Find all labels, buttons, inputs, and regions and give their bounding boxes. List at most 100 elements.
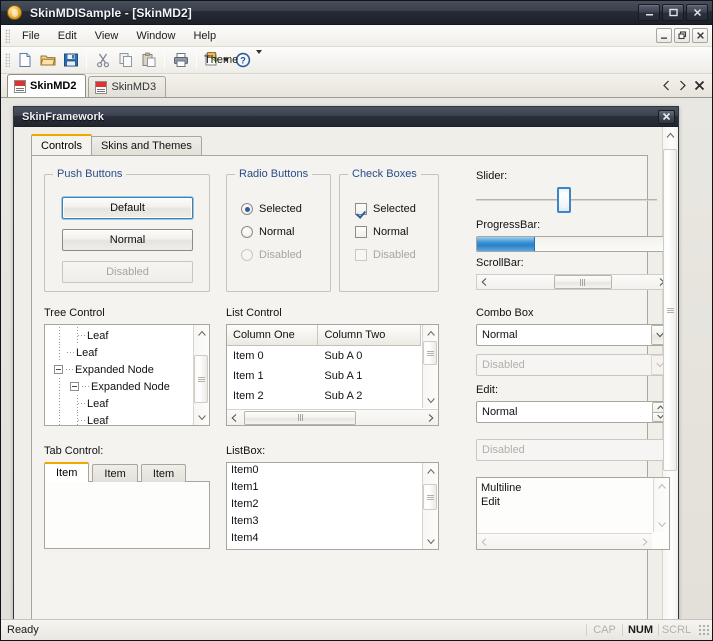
tree-node[interactable]: Leaf (49, 327, 192, 344)
maximize-button[interactable] (662, 4, 684, 21)
scrollbar-thumb[interactable] (244, 410, 356, 425)
scroll-left-arrow-icon[interactable] (477, 535, 492, 549)
tree-control[interactable]: Leaf Leaf Expanded Node Expanded Node Le… (44, 324, 210, 426)
tree-scrollbar-thumb[interactable] (194, 355, 208, 403)
tree-vertical-scrollbar[interactable] (193, 325, 209, 425)
scrollbar-track[interactable] (663, 143, 678, 619)
child-scrollbar-thumb[interactable] (663, 149, 677, 471)
tab-prev-icon[interactable] (662, 80, 671, 94)
menu-item-file[interactable]: File (13, 27, 49, 45)
listbox[interactable]: Item0 Item1 Item2 Item3 Item4 Item5 Item… (226, 462, 439, 550)
scrollbar-track[interactable] (242, 410, 423, 425)
edit-normal-field[interactable]: Normal (476, 401, 670, 423)
table-row[interactable]: Item 1 Sub A 1 (227, 366, 421, 386)
table-row[interactable]: Item 2 Sub A 2 (227, 386, 421, 406)
theme-button[interactable]: Theme (201, 49, 238, 71)
disabled-button-label: Disabled (106, 266, 149, 278)
mdi-restore-button[interactable] (674, 28, 690, 43)
radio-normal[interactable]: Normal (241, 226, 294, 238)
open-icon[interactable] (36, 49, 59, 71)
checkbox-selected[interactable]: Selected (355, 203, 416, 215)
inner-tab-2[interactable]: Item (92, 464, 138, 482)
tree-node-expanded[interactable]: Expanded Node (49, 361, 192, 378)
radio-selected[interactable]: Selected (241, 203, 302, 215)
tab-controls[interactable]: Controls (31, 134, 92, 155)
listbox-scrollbar-thumb[interactable] (423, 484, 437, 510)
controls-container: Controls Skins and Themes Push Buttons D… (14, 127, 670, 619)
scroll-up-arrow-icon[interactable] (423, 325, 438, 341)
list-item[interactable]: Item0 (227, 464, 421, 481)
list-item[interactable]: Item4 (227, 532, 421, 549)
new-icon[interactable] (13, 49, 36, 71)
mdi-minimize-button[interactable] (656, 28, 672, 43)
save-icon[interactable] (59, 49, 82, 71)
cut-icon[interactable] (91, 49, 114, 71)
scroll-up-arrow-icon[interactable] (423, 463, 438, 479)
child-window-vertical-scrollbar[interactable] (662, 127, 678, 619)
paste-icon[interactable] (137, 49, 160, 71)
toolbar-overflow-chevron-icon[interactable] (256, 50, 262, 66)
scrollbar-thumb[interactable] (553, 275, 612, 289)
list-horizontal-scrollbar[interactable] (227, 409, 438, 425)
inner-tab-panel (44, 481, 210, 549)
resize-grip-icon[interactable] (698, 624, 710, 636)
print-icon[interactable] (169, 49, 192, 71)
mdi-tab-skinmd3[interactable]: SkinMD3 (88, 76, 167, 97)
table-row[interactable]: Item 0 Sub A 0 (227, 346, 421, 366)
tree-collapse-icon[interactable] (70, 382, 79, 391)
copy-icon[interactable] (114, 49, 137, 71)
tree-node[interactable]: Leaf (49, 395, 192, 412)
scrollbar-track[interactable] (492, 275, 654, 289)
checkbox-normal[interactable]: Normal (355, 226, 408, 238)
scroll-right-arrow-icon[interactable] (423, 411, 438, 425)
tree-node[interactable]: Leaf (49, 344, 192, 361)
scrollbar-track[interactable] (492, 535, 637, 549)
menu-item-edit[interactable]: Edit (49, 27, 86, 45)
list-item[interactable]: Item1 (227, 481, 421, 498)
tree-collapse-icon[interactable] (54, 365, 63, 374)
multiline-horizontal-scrollbar[interactable] (477, 533, 652, 549)
slider-thumb[interactable] (557, 187, 572, 213)
menu-item-window[interactable]: Window (127, 27, 184, 45)
tab-skins-and-themes[interactable]: Skins and Themes (90, 136, 202, 155)
multiline-edit[interactable]: Multiline Edit (476, 477, 670, 550)
horizontal-scrollbar[interactable] (476, 274, 670, 290)
mdi-close-button[interactable] (692, 28, 708, 43)
tree-node[interactable]: Leaf (49, 412, 192, 425)
menu-item-view[interactable]: View (86, 27, 128, 45)
column-header-one[interactable]: Column One (227, 325, 319, 345)
scroll-down-arrow-icon[interactable] (423, 392, 438, 408)
toolbar-grip-handle[interactable] (5, 53, 10, 67)
slider[interactable] (476, 187, 657, 213)
tree-node-expanded[interactable]: Expanded Node (49, 378, 192, 395)
inner-tab-1[interactable]: Item (44, 462, 90, 482)
list-item[interactable]: Item3 (227, 515, 421, 532)
combo-box-normal[interactable]: Normal (476, 324, 670, 346)
scroll-up-arrow-icon[interactable] (194, 325, 209, 341)
list-scrollbar-thumb[interactable] (423, 341, 437, 365)
child-window-close-button[interactable] (658, 109, 675, 124)
list-item[interactable]: Item2 (227, 498, 421, 515)
tab-next-icon[interactable] (678, 80, 687, 94)
tab-close-icon[interactable] (694, 80, 705, 94)
scrollbar-grip-icon (580, 278, 586, 286)
menu-item-help[interactable]: Help (184, 27, 225, 45)
scroll-left-arrow-icon[interactable] (227, 411, 242, 425)
scroll-right-arrow-icon[interactable] (637, 535, 652, 549)
minimize-button[interactable] (638, 4, 660, 21)
close-button[interactable] (686, 4, 708, 21)
inner-tab-3[interactable]: Item (140, 464, 187, 482)
list-control[interactable]: Column One Column Two Item 0 Sub A 0 Ite… (226, 324, 439, 426)
normal-button[interactable]: Normal (62, 229, 193, 251)
table-row[interactable]: Item 3 Sub A 3 (227, 406, 421, 408)
mdi-tab-skinmd2[interactable]: SkinMD2 (7, 74, 87, 97)
menu-grip-handle[interactable] (5, 28, 10, 43)
listbox-vertical-scrollbar[interactable] (422, 463, 438, 549)
scroll-up-arrow-icon[interactable] (663, 127, 678, 143)
scroll-down-arrow-icon[interactable] (194, 409, 209, 425)
list-vertical-scrollbar[interactable] (422, 325, 438, 408)
column-header-two[interactable]: Column Two (318, 325, 421, 345)
default-button[interactable]: Default (62, 197, 193, 219)
scroll-down-arrow-icon[interactable] (423, 533, 438, 549)
scroll-left-arrow-icon[interactable] (477, 275, 492, 289)
